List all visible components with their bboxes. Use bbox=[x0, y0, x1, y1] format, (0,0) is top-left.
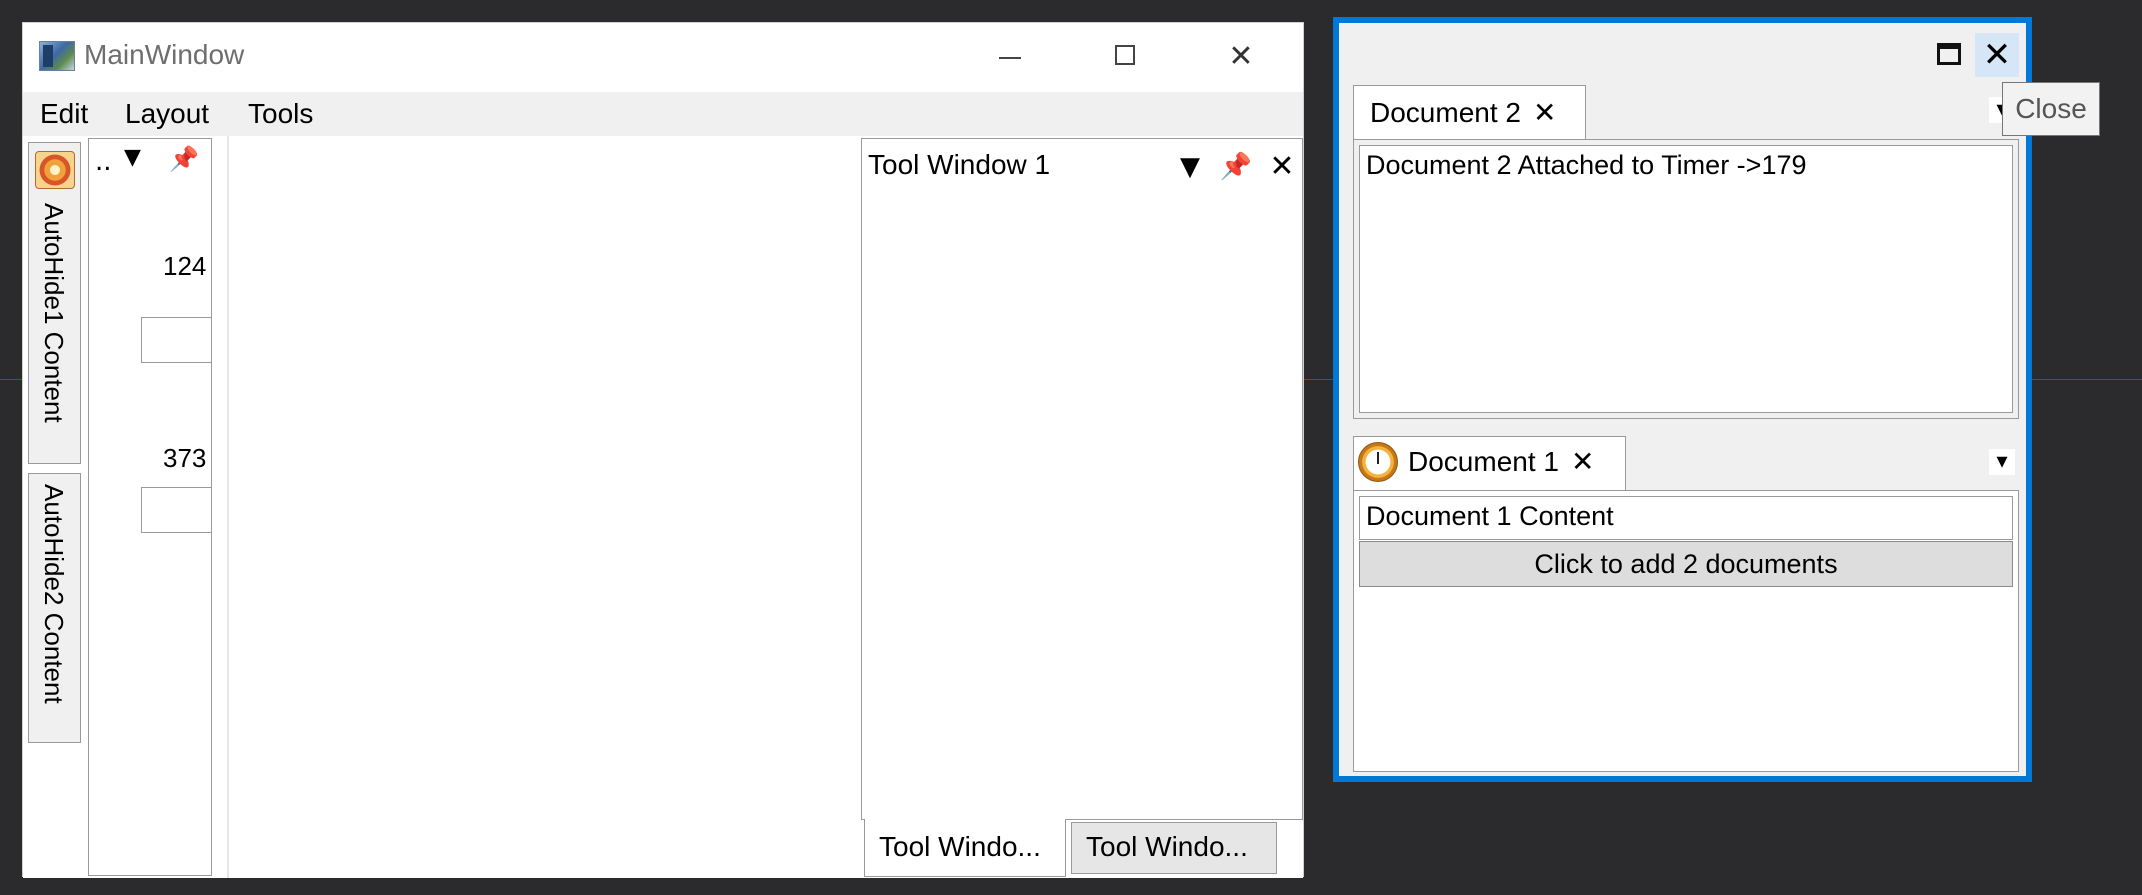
menu-tools[interactable]: Tools bbox=[248, 98, 313, 130]
document-1-tab-label: Document 1 bbox=[1408, 446, 1559, 477]
window-title: MainWindow bbox=[84, 39, 245, 70]
maximize-button[interactable] bbox=[1095, 33, 1155, 81]
close-icon[interactable]: ✕ bbox=[1264, 149, 1300, 185]
autohide-input-1[interactable] bbox=[141, 317, 211, 363]
document-1-tab[interactable]: Document 1 ✕ bbox=[1353, 436, 1626, 491]
close-icon[interactable]: ✕ bbox=[1571, 446, 1594, 477]
floating-document-window: ✕ Document 2 ✕ ▾ Document 2 Attached to T… bbox=[1333, 17, 2032, 782]
minimize-icon bbox=[999, 57, 1021, 59]
autohide-panel-title: .. bbox=[95, 147, 112, 177]
document-1-pane: Document 1 Content Click to add 2 docume… bbox=[1353, 490, 2019, 772]
menu-layout[interactable]: Layout bbox=[125, 98, 209, 130]
menu-bar: Edit Layout Tools bbox=[23, 92, 1303, 136]
document-2-tab[interactable]: Document 2 ✕ bbox=[1353, 85, 1586, 140]
document-2-pane: Document 2 Attached to Timer ->179 bbox=[1353, 139, 2019, 419]
autohide-value-1: 124 bbox=[163, 251, 207, 281]
document-2-tab-label: Document 2 bbox=[1370, 97, 1521, 128]
autohide-tab-1-label: AutoHide1 Content bbox=[39, 203, 69, 423]
add-documents-button[interactable]: Click to add 2 documents bbox=[1359, 541, 2013, 587]
autohide-tab-2-label: AutoHide2 Content bbox=[39, 484, 69, 704]
spiral-image-icon bbox=[35, 151, 75, 189]
close-button[interactable]: ✕ bbox=[1211, 33, 1271, 81]
tool-window-pane: Tool Window 1 ▼ 📌 ✕ bbox=[861, 138, 1303, 820]
dropdown-arrow-icon[interactable]: ▼ bbox=[1172, 149, 1208, 185]
tool-window-tab-1[interactable]: Tool Windo... bbox=[864, 819, 1066, 877]
close-icon: ✕ bbox=[1228, 39, 1254, 74]
maximize-icon bbox=[1937, 43, 1961, 65]
main-window: MainWindow ✕ Edit Layout Tools AutoHide1… bbox=[22, 22, 1304, 878]
autohide-input-2[interactable] bbox=[141, 487, 211, 533]
float-maximize-button[interactable] bbox=[1931, 37, 1967, 73]
close-icon[interactable]: ✕ bbox=[1533, 97, 1556, 128]
document-list-dropdown-icon[interactable]: ▾ bbox=[1989, 449, 2015, 475]
title-bar[interactable]: MainWindow ✕ bbox=[23, 23, 1303, 92]
minimize-button[interactable] bbox=[980, 33, 1040, 81]
close-icon: ✕ bbox=[1982, 35, 2012, 75]
alarm-clock-icon bbox=[1358, 442, 1398, 482]
maximize-icon bbox=[1115, 45, 1135, 65]
pin-icon[interactable]: 📌 bbox=[169, 145, 199, 173]
close-tooltip: Close bbox=[2002, 82, 2100, 136]
float-close-button[interactable]: ✕ bbox=[1975, 33, 2019, 77]
document-area-divider bbox=[227, 136, 229, 878]
document-1-content: Document 1 Content bbox=[1359, 496, 2013, 540]
dropdown-arrow-icon[interactable]: ▼ bbox=[124, 145, 141, 170]
tool-window-title: Tool Window 1 bbox=[868, 149, 1051, 180]
window-icon bbox=[39, 41, 75, 71]
pin-icon[interactable]: 📌 bbox=[1218, 149, 1254, 185]
autohide-tab-1[interactable]: AutoHide1 Content bbox=[28, 142, 81, 464]
autohide-tab-2[interactable]: AutoHide2 Content bbox=[28, 473, 81, 743]
tool-window-tab-2[interactable]: Tool Windo... bbox=[1071, 822, 1277, 874]
document-2-content: Document 2 Attached to Timer ->179 bbox=[1359, 145, 2013, 413]
menu-edit[interactable]: Edit bbox=[40, 98, 88, 130]
autohide-panel: .. ▼ 📌 124 373 bbox=[88, 138, 212, 876]
autohide-value-2: 373 bbox=[163, 443, 207, 473]
dock-client-area: AutoHide1 Content AutoHide2 Content .. ▼… bbox=[23, 136, 1303, 878]
